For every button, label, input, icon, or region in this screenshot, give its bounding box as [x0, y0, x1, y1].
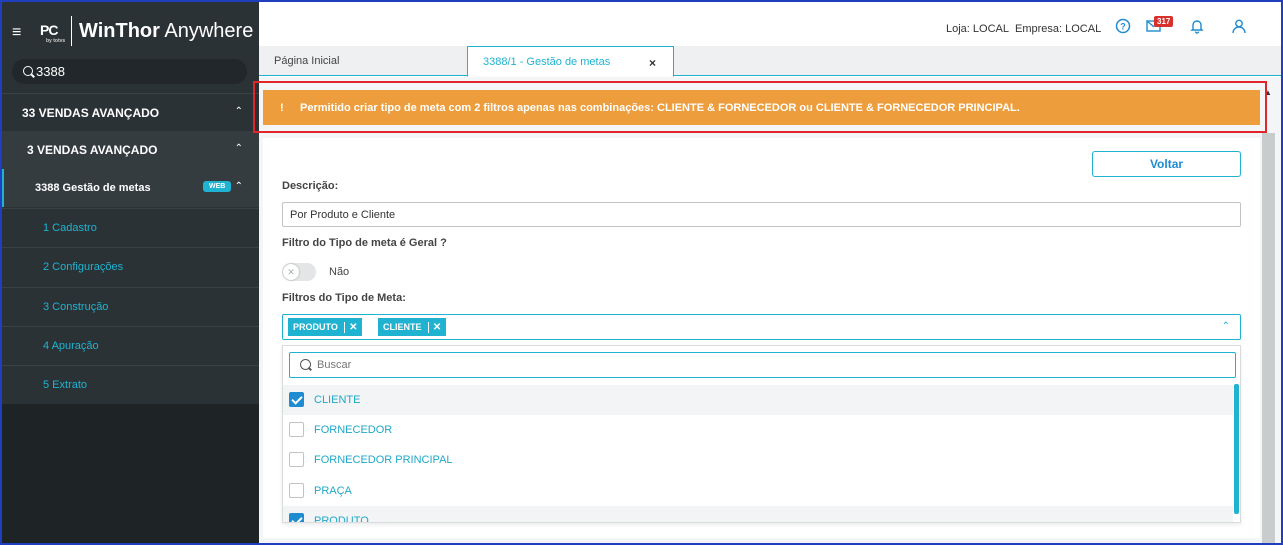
- mail-icon[interactable]: 317: [1146, 16, 1174, 36]
- pc-logo: PC by totvs: [38, 20, 66, 46]
- loja-label: Loja: LOCAL: [946, 23, 1009, 35]
- empresa-label: Empresa: LOCAL: [1015, 23, 1102, 35]
- option-fornecedor-principal[interactable]: FORNECEDOR PRINCIPAL: [283, 445, 1233, 475]
- chevron-up-icon: ⌃: [234, 143, 243, 154]
- bell-icon[interactable]: [1189, 18, 1207, 36]
- user-icon[interactable]: [1231, 18, 1249, 36]
- chevron-up-icon: ⌃: [234, 106, 243, 117]
- mail-count-badge: 317: [1154, 16, 1174, 27]
- toggle-off-icon: ✕: [283, 264, 299, 280]
- sidebar-search[interactable]: [12, 59, 247, 84]
- filtros-label: Filtros do Tipo de Meta:: [282, 292, 406, 304]
- option-label: PRAÇA: [314, 485, 352, 497]
- sidebar-item-label: 33 VENDAS AVANÇADO: [22, 105, 160, 120]
- sidebar: ≡ PC by totvs WinThor Anywhere 33 VENDAS…: [2, 2, 259, 543]
- sidebar-item-gestao-de-metas[interactable]: 3388 Gestão de metas WEB ⌃: [2, 169, 259, 207]
- sidebar-item-label: 4 Apuração: [43, 340, 99, 352]
- filtro-geral-toggle[interactable]: ✕: [282, 263, 316, 281]
- brand-light: Anywhere: [164, 20, 254, 42]
- chip-remove-icon[interactable]: ✕: [427, 321, 446, 333]
- close-tab-icon[interactable]: ×: [649, 56, 656, 70]
- tab-pagina-inicial[interactable]: Página Inicial: [259, 46, 467, 76]
- chip-remove-icon[interactable]: ✕: [343, 321, 362, 333]
- descricao-label: Descrição:: [282, 180, 339, 192]
- svg-text:?: ?: [1120, 22, 1126, 32]
- logo-text: PC: [40, 22, 58, 38]
- warning-alert: ! Permitido criar tipo de meta com 2 fil…: [263, 90, 1260, 125]
- sidebar-search-input[interactable]: [36, 62, 236, 81]
- hamburger-menu-icon[interactable]: ≡: [12, 24, 21, 42]
- top-header: Loja: LOCAL Empresa: LOCAL ? 317: [259, 2, 1281, 46]
- voltar-button[interactable]: Voltar: [1092, 151, 1241, 177]
- sidebar-item-label: 2 Configurações: [43, 261, 124, 273]
- checkbox[interactable]: [289, 422, 304, 437]
- alert-icon: !: [280, 101, 284, 114]
- sidebar-item-label: 3 VENDAS AVANÇADO: [27, 143, 158, 157]
- sidebar-header: ≡ PC by totvs WinThor Anywhere: [2, 2, 259, 95]
- option-fornecedor[interactable]: FORNECEDOR: [283, 415, 1233, 445]
- checkbox[interactable]: [289, 483, 304, 498]
- toggle-state-label: Não: [329, 266, 350, 278]
- chip-label: CLIENTE: [383, 322, 422, 332]
- page-scrollbar[interactable]: [1262, 133, 1275, 543]
- sidebar-item-cadastro[interactable]: 1 Cadastro: [2, 208, 259, 247]
- option-cliente[interactable]: CLIENTE: [283, 385, 1233, 415]
- sidebar-item-label: 3 Construção: [43, 301, 109, 313]
- brand-bold: WinThor: [79, 20, 160, 42]
- chevron-up-icon: ⌃: [234, 181, 243, 192]
- chip-cliente: CLIENTE ✕: [378, 318, 446, 336]
- sidebar-item-vendas-avancado-3[interactable]: 3 VENDAS AVANÇADO ⌃: [2, 131, 259, 169]
- sidebar-item-label: 1 Cadastro: [43, 222, 97, 234]
- checkbox[interactable]: [289, 452, 304, 467]
- option-praca[interactable]: PRAÇA: [283, 476, 1233, 506]
- logo-subtext: by totvs: [46, 38, 66, 44]
- chevron-up-icon[interactable]: ⌃: [1222, 321, 1230, 332]
- tab-bar: Página Inicial 3388/1 - Gestão de metas …: [259, 46, 1281, 77]
- dropdown-scrollbar[interactable]: [1234, 384, 1239, 514]
- app-brand: WinThor Anywhere: [79, 20, 253, 43]
- option-label: FORNECEDOR PRINCIPAL: [314, 454, 453, 466]
- web-badge: WEB: [203, 181, 232, 192]
- tab-label: Página Inicial: [274, 55, 340, 67]
- alert-message: Permitido criar tipo de meta com 2 filtr…: [300, 101, 1020, 114]
- checkbox-checked[interactable]: [289, 392, 304, 407]
- sidebar-footer: [2, 404, 259, 543]
- sidebar-item-vendas-avancado-33[interactable]: 33 VENDAS AVANÇADO ⌃: [2, 93, 259, 131]
- sidebar-item-label: 5 Extrato: [43, 379, 88, 391]
- sidebar-item-label: 3388 Gestão de metas: [35, 182, 151, 194]
- sidebar-item-apuracao[interactable]: 4 Apuração: [2, 326, 259, 365]
- option-produto[interactable]: PRODUTO: [283, 506, 1233, 523]
- help-icon[interactable]: ?: [1115, 18, 1133, 36]
- chip-produto: PRODUTO ✕: [288, 318, 362, 336]
- sidebar-item-configuracoes[interactable]: 2 Configurações: [2, 247, 259, 286]
- chip-label: PRODUTO: [293, 322, 338, 332]
- logo-divider: [71, 16, 72, 46]
- tab-label: 3388/1 - Gestão de metas: [483, 55, 611, 68]
- scroll-up-arrow-icon[interactable]: ▲: [1264, 88, 1272, 97]
- dropdown-search[interactable]: [289, 352, 1236, 378]
- option-label: PRODUTO: [314, 515, 369, 523]
- option-label: CLIENTE: [314, 394, 361, 406]
- search-icon: [23, 66, 33, 76]
- tab-gestao-de-metas[interactable]: 3388/1 - Gestão de metas ×: [467, 46, 674, 77]
- filtro-geral-label: Filtro do Tipo de meta é Geral ?: [282, 237, 447, 249]
- checkbox-checked[interactable]: [289, 513, 304, 522]
- sidebar-item-construcao[interactable]: 3 Construção: [2, 287, 259, 326]
- option-label: FORNECEDOR: [314, 424, 393, 436]
- dropdown-search-input[interactable]: [317, 356, 1217, 374]
- sidebar-item-extrato[interactable]: 5 Extrato: [2, 365, 259, 404]
- search-icon: [300, 359, 311, 370]
- filtros-dropdown: CLIENTE FORNECEDOR FORNECEDOR PRINCIPAL …: [282, 345, 1241, 523]
- descricao-input[interactable]: [282, 202, 1241, 227]
- filtros-multiselect[interactable]: PRODUTO ✕ CLIENTE ✕ ⌃: [282, 314, 1241, 340]
